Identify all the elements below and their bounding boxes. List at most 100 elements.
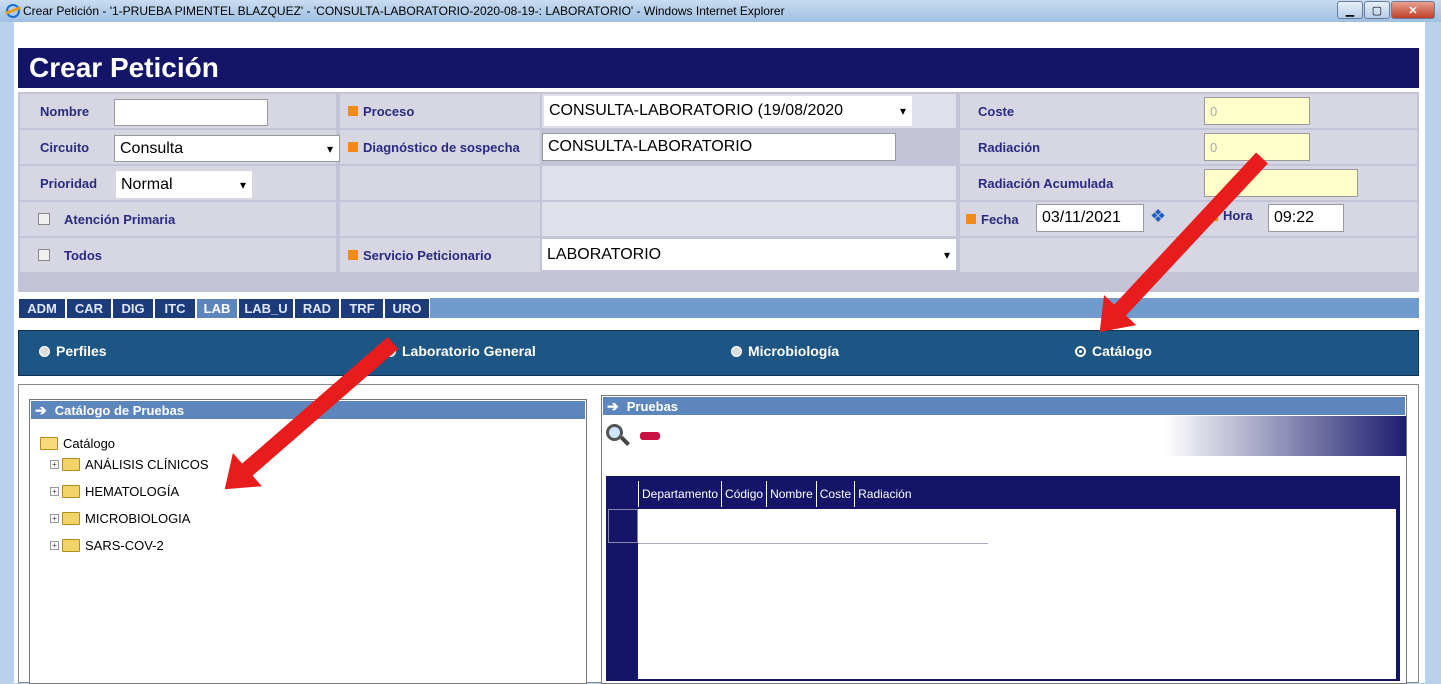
required-marker	[348, 250, 358, 260]
col-nombre[interactable]: Nombre	[766, 481, 816, 507]
tab-car[interactable]: CAR	[66, 298, 112, 319]
catalog-tree: Catálogo + ANÁLISIS CLÍNICOS + HEMATOLOGÍA…	[40, 430, 209, 559]
coste-row: Coste	[960, 94, 1417, 128]
expand-icon[interactable]: +	[50, 487, 59, 496]
radio-label: Laboratorio General	[402, 343, 536, 359]
circuito-label: Circuito	[40, 139, 90, 155]
radio-perfiles[interactable]: Perfiles	[39, 343, 107, 359]
tree-item-label: MICROBIOLOGIA	[85, 511, 191, 526]
tree-item-label: ANÁLISIS CLÍNICOS	[85, 457, 209, 472]
radiacion-row: Radiación	[960, 130, 1417, 164]
empty-cell	[542, 202, 956, 236]
tab-lab-u[interactable]: LAB_U	[238, 298, 294, 319]
ie-logo-icon	[6, 4, 20, 18]
nombre-input[interactable]	[114, 99, 268, 126]
minimize-button[interactable]: ▁	[1337, 1, 1363, 19]
empty-cell	[340, 202, 540, 236]
col-codigo[interactable]: Código	[721, 481, 766, 507]
prioridad-select[interactable]: Normal	[116, 171, 252, 198]
tree-item-label: SARS-COV-2	[85, 538, 164, 553]
circuito-select[interactable]: Consulta	[114, 135, 340, 162]
required-marker	[348, 106, 358, 116]
folder-icon	[62, 458, 80, 471]
diag-input[interactable]: CONSULTA-LABORATORIO	[542, 133, 896, 161]
circuito-value: Consulta	[120, 139, 184, 157]
radiacion-acum-label: Radiación Acumulada	[978, 175, 1114, 191]
empty-cell	[340, 166, 540, 200]
radio-microbiologia[interactable]: Microbiología	[731, 343, 839, 359]
radio-dot-icon	[39, 345, 50, 357]
fecha-input[interactable]: 03/11/2021	[1036, 204, 1144, 232]
maximize-button[interactable]: ▢	[1364, 1, 1390, 19]
calendar-icon[interactable]: ❖	[1150, 206, 1166, 227]
proceso-select[interactable]: CONSULTA-LABORATORIO (19/08/2020	[544, 96, 912, 126]
grid-header: Departamento Código Nombre Coste Radiaci…	[638, 481, 915, 507]
pruebas-toolbar	[602, 416, 1406, 456]
tab-adm[interactable]: ADM	[18, 298, 66, 319]
prioridad-value: Normal	[121, 175, 173, 193]
prioridad-label: Prioridad	[40, 175, 98, 191]
nombre-label: Nombre	[40, 103, 90, 119]
hora-input[interactable]: 09:22	[1268, 204, 1344, 232]
grid-row-divider	[638, 543, 988, 544]
atencion-label: Atención Primaria	[64, 211, 176, 227]
radiacion-label: Radiación	[978, 139, 1041, 155]
arrow-right-icon: ➔	[35, 401, 47, 418]
tree-item-label: HEMATOLOGÍA	[85, 484, 180, 499]
proceso-label-cell: Proceso	[340, 94, 540, 128]
tab-uro[interactable]: URO	[384, 298, 430, 319]
diag-label: Diagnóstico de sospecha	[363, 139, 520, 155]
fecha-label: Fecha	[981, 211, 1019, 227]
request-form: Nombre Circuito Consulta Prioridad Norma…	[18, 92, 1419, 292]
servicio-value: LABORATORIO	[547, 245, 662, 263]
search-icon[interactable]	[606, 424, 630, 448]
folder-icon	[62, 539, 80, 552]
pruebas-panel-title: Pruebas	[626, 398, 679, 414]
page-frame: Crear Petición Nombre Circuito Consulta …	[14, 22, 1425, 684]
remove-icon[interactable]	[640, 432, 660, 440]
radio-laboratorio-general[interactable]: Laboratorio General	[385, 343, 536, 359]
panels-area: ➔ Catálogo de Pruebas Catálogo + ANÁLISIS …	[18, 384, 1419, 684]
tree-item[interactable]: + MICROBIOLOGIA	[50, 505, 209, 532]
servicio-select[interactable]: LABORATORIO	[542, 239, 956, 270]
tree-root-label: Catálogo	[63, 436, 116, 451]
servicio-label-cell: Servicio Peticionario	[340, 238, 540, 272]
radio-selected-icon	[1075, 345, 1086, 357]
todos-row: Todos	[20, 238, 336, 272]
tree-item[interactable]: + ANÁLISIS CLÍNICOS	[50, 451, 209, 478]
radio-label: Microbiología	[748, 343, 839, 359]
folder-open-icon	[40, 437, 58, 450]
radio-label: Perfiles	[56, 343, 107, 359]
tab-trf[interactable]: TRF	[340, 298, 384, 319]
tree-item[interactable]: + HEMATOLOGÍA	[50, 478, 209, 505]
col-coste[interactable]: Coste	[815, 481, 854, 507]
tab-dig[interactable]: DIG	[112, 298, 154, 319]
col-radiacion[interactable]: Radiación	[854, 481, 914, 507]
tab-bar: ADM CAR DIG ITC LAB LAB_U RAD TRF URO	[18, 298, 1419, 319]
row-selector[interactable]	[608, 509, 638, 543]
expand-icon[interactable]: +	[50, 460, 59, 469]
proceso-label: Proceso	[363, 103, 415, 119]
tab-lab[interactable]: LAB	[196, 298, 238, 319]
pruebas-grid: Departamento Código Nombre Coste Radiaci…	[606, 476, 1400, 681]
tree-item[interactable]: + SARS-COV-2	[50, 532, 209, 559]
expand-icon[interactable]: +	[50, 514, 59, 523]
proceso-value: CONSULTA-LABORATORIO (19/08/2020	[549, 102, 844, 119]
radio-dot-icon	[731, 345, 742, 357]
todos-checkbox[interactable]	[38, 249, 50, 261]
tab-itc[interactable]: ITC	[154, 298, 196, 319]
col-departamento[interactable]: Departamento	[638, 481, 721, 507]
coste-label: Coste	[978, 103, 1015, 119]
arrow-right-icon: ➔	[607, 397, 619, 414]
expand-icon[interactable]: +	[50, 541, 59, 550]
required-marker	[348, 142, 358, 152]
atencion-checkbox[interactable]	[38, 213, 50, 225]
window-titlebar: Crear Petición - '1-PRUEBA PIMENTEL BLAZ…	[0, 0, 1441, 22]
grid-body[interactable]	[638, 509, 1396, 679]
tab-rad[interactable]: RAD	[294, 298, 340, 319]
required-marker	[966, 214, 976, 224]
close-button[interactable]: ✕	[1391, 1, 1435, 19]
pruebas-panel-header: ➔ Pruebas	[602, 396, 1406, 416]
page-title: Crear Petición	[18, 48, 1419, 88]
coste-input[interactable]: 0	[1204, 97, 1310, 125]
